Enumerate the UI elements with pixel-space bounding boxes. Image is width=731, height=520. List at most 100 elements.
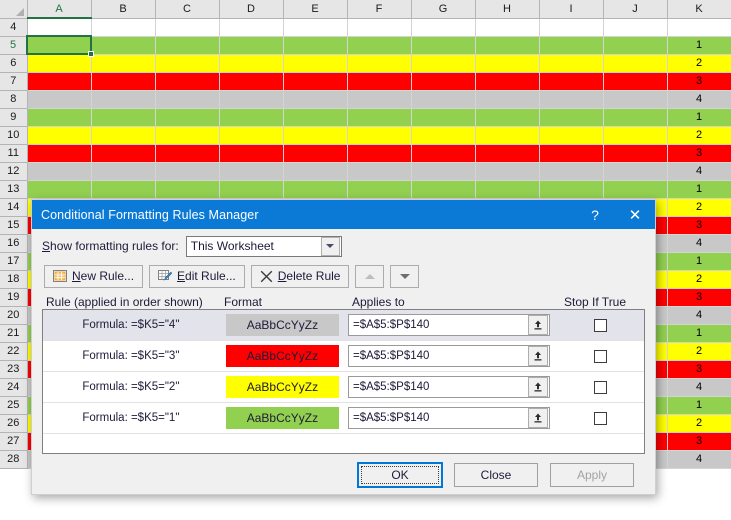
cell-K6[interactable]: 2 xyxy=(667,54,731,73)
cell-B11[interactable] xyxy=(91,144,156,163)
column-header-a[interactable]: A xyxy=(27,0,92,19)
cell-C5[interactable] xyxy=(155,36,220,55)
row-header-10[interactable]: 10 xyxy=(0,126,28,145)
cell-A9[interactable] xyxy=(27,108,92,127)
rule-row[interactable]: Formula: =$K5="2" AaBbCcYyZz =$A$5:$P$140 xyxy=(43,372,644,403)
row-header-26[interactable]: 26 xyxy=(0,414,28,433)
cell-K11[interactable]: 3 xyxy=(667,144,731,163)
cell-D12[interactable] xyxy=(219,162,284,181)
row-header-27[interactable]: 27 xyxy=(0,432,28,451)
cell-E5[interactable] xyxy=(283,36,348,55)
close-button[interactable]: Close xyxy=(454,463,538,487)
row-header-4[interactable]: 4 xyxy=(0,18,28,37)
cell-E4[interactable] xyxy=(283,18,348,37)
range-picker-icon[interactable] xyxy=(527,377,548,397)
cell-K28[interactable]: 4 xyxy=(667,450,731,469)
cell-F9[interactable] xyxy=(347,108,412,127)
cell-F6[interactable] xyxy=(347,54,412,73)
cell-K14[interactable]: 2 xyxy=(667,198,731,217)
cell-F7[interactable] xyxy=(347,72,412,91)
cell-E8[interactable] xyxy=(283,90,348,109)
cell-D8[interactable] xyxy=(219,90,284,109)
cell-A5[interactable] xyxy=(27,36,92,55)
column-header-b[interactable]: B xyxy=(91,0,156,19)
cell-E6[interactable] xyxy=(283,54,348,73)
cell-J13[interactable] xyxy=(603,180,668,199)
cell-F12[interactable] xyxy=(347,162,412,181)
cell-G13[interactable] xyxy=(411,180,476,199)
cell-B8[interactable] xyxy=(91,90,156,109)
applies-to-input[interactable]: =$A$5:$P$140 xyxy=(347,407,550,429)
move-down-button[interactable] xyxy=(390,264,420,288)
cell-D4[interactable] xyxy=(219,18,284,37)
cell-H6[interactable] xyxy=(475,54,540,73)
cell-A10[interactable] xyxy=(27,126,92,145)
range-picker-icon[interactable] xyxy=(527,315,548,335)
cell-K21[interactable]: 1 xyxy=(667,324,731,343)
cell-C4[interactable] xyxy=(155,18,220,37)
cell-K10[interactable]: 2 xyxy=(667,126,731,145)
ok-button[interactable]: OK xyxy=(357,462,443,488)
row-header-8[interactable]: 8 xyxy=(0,90,28,109)
cell-G11[interactable] xyxy=(411,144,476,163)
row-header-11[interactable]: 11 xyxy=(0,144,28,163)
column-header-f[interactable]: F xyxy=(347,0,412,19)
cell-G8[interactable] xyxy=(411,90,476,109)
cell-C10[interactable] xyxy=(155,126,220,145)
cell-D11[interactable] xyxy=(219,144,284,163)
cell-I8[interactable] xyxy=(539,90,604,109)
cell-H5[interactable] xyxy=(475,36,540,55)
help-icon[interactable]: ? xyxy=(575,200,615,229)
cell-K26[interactable]: 2 xyxy=(667,414,731,433)
cell-H4[interactable] xyxy=(475,18,540,37)
select-all-corner[interactable] xyxy=(0,0,28,19)
close-icon[interactable]: ✕ xyxy=(615,200,655,229)
cell-C6[interactable] xyxy=(155,54,220,73)
cell-B12[interactable] xyxy=(91,162,156,181)
cell-H13[interactable] xyxy=(475,180,540,199)
column-header-c[interactable]: C xyxy=(155,0,220,19)
row-header-15[interactable]: 15 xyxy=(0,216,28,235)
range-picker-icon[interactable] xyxy=(527,408,548,428)
cell-F4[interactable] xyxy=(347,18,412,37)
cell-I9[interactable] xyxy=(539,108,604,127)
cell-J5[interactable] xyxy=(603,36,668,55)
cell-K24[interactable]: 4 xyxy=(667,378,731,397)
cell-J8[interactable] xyxy=(603,90,668,109)
cell-A13[interactable] xyxy=(27,180,92,199)
cell-E11[interactable] xyxy=(283,144,348,163)
rules-list[interactable]: Formula: =$K5="4" AaBbCcYyZz =$A$5:$P$140 F… xyxy=(42,309,645,454)
column-header-g[interactable]: G xyxy=(411,0,476,19)
cell-K27[interactable]: 3 xyxy=(667,432,731,451)
cell-K8[interactable]: 4 xyxy=(667,90,731,109)
stop-if-true-checkbox[interactable] xyxy=(593,349,607,363)
cell-H9[interactable] xyxy=(475,108,540,127)
cell-B5[interactable] xyxy=(91,36,156,55)
cell-B9[interactable] xyxy=(91,108,156,127)
cell-B10[interactable] xyxy=(91,126,156,145)
row-header-24[interactable]: 24 xyxy=(0,378,28,397)
range-picker-icon[interactable] xyxy=(527,346,548,366)
cell-K13[interactable]: 1 xyxy=(667,180,731,199)
column-header-d[interactable]: D xyxy=(219,0,284,19)
cell-I13[interactable] xyxy=(539,180,604,199)
cell-G6[interactable] xyxy=(411,54,476,73)
row-header-16[interactable]: 16 xyxy=(0,234,28,253)
cell-I7[interactable] xyxy=(539,72,604,91)
cell-K19[interactable]: 3 xyxy=(667,288,731,307)
cell-I12[interactable] xyxy=(539,162,604,181)
cell-C13[interactable] xyxy=(155,180,220,199)
cell-J7[interactable] xyxy=(603,72,668,91)
cell-D6[interactable] xyxy=(219,54,284,73)
applies-to-input[interactable]: =$A$5:$P$140 xyxy=(347,314,550,336)
column-header-i[interactable]: I xyxy=(539,0,604,19)
cell-K7[interactable]: 3 xyxy=(667,72,731,91)
cell-J4[interactable] xyxy=(603,18,668,37)
cell-K12[interactable]: 4 xyxy=(667,162,731,181)
cell-A8[interactable] xyxy=(27,90,92,109)
cell-J10[interactable] xyxy=(603,126,668,145)
rule-row[interactable]: Formula: =$K5="3" AaBbCcYyZz =$A$5:$P$140 xyxy=(43,341,644,372)
row-header-25[interactable]: 25 xyxy=(0,396,28,415)
cell-K5[interactable]: 1 xyxy=(667,36,731,55)
cell-F11[interactable] xyxy=(347,144,412,163)
